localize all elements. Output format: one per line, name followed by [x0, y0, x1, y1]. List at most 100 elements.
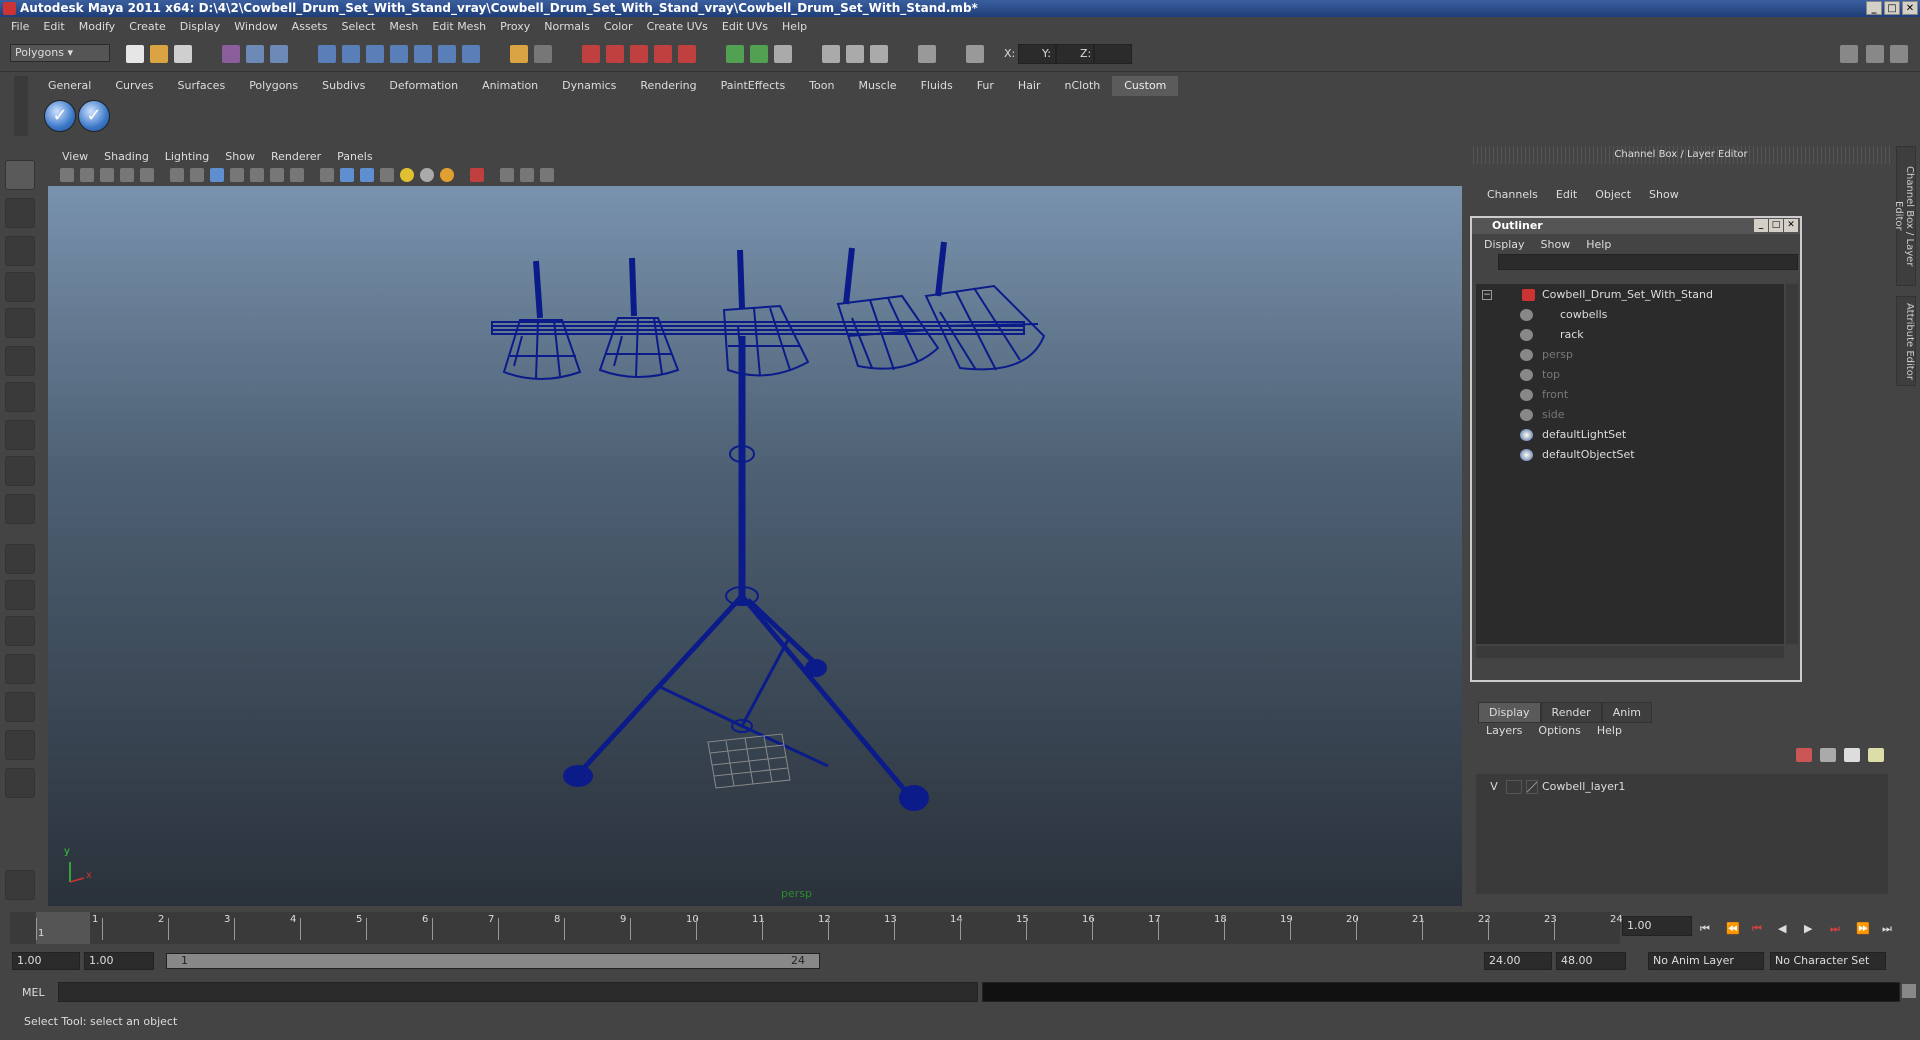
safe-title-icon[interactable] [270, 168, 284, 182]
vp-menu-show[interactable]: Show [217, 150, 263, 163]
image-plane-icon[interactable] [120, 168, 134, 182]
default-light-icon[interactable] [400, 168, 414, 182]
field-chart-icon[interactable] [230, 168, 244, 182]
menu-help[interactable]: Help [775, 20, 814, 33]
vp-menu-view[interactable]: View [54, 150, 96, 163]
menu-display[interactable]: Display [173, 20, 228, 33]
shelf-check-button-2[interactable]: ✓ [78, 100, 110, 132]
menu-window[interactable]: Window [227, 20, 284, 33]
tab-curves[interactable]: Curves [103, 76, 165, 96]
playback-start-field[interactable]: 1.00 [84, 952, 154, 970]
layout-outliner-icon[interactable] [5, 616, 35, 646]
step-forward-key-icon[interactable]: ⏭ [1830, 922, 1842, 935]
outliner-close-button[interactable]: ✕ [1784, 219, 1798, 232]
tab-animation[interactable]: Animation [470, 76, 550, 96]
layout-four-icon[interactable] [5, 580, 35, 610]
character-set-dropdown[interactable]: No Character Set [1770, 952, 1886, 970]
show-attribute-icon[interactable] [750, 45, 768, 63]
go-to-end-icon[interactable]: ⏭ [1882, 922, 1894, 935]
outliner-maximize-button[interactable]: □ [1769, 219, 1783, 232]
move-tool-icon[interactable] [5, 272, 35, 302]
tab-muscle[interactable]: Muscle [846, 76, 908, 96]
menu-create[interactable]: Create [122, 20, 173, 33]
command-language-label[interactable]: MEL [22, 986, 45, 999]
list-item[interactable]: cowbells [1476, 306, 1784, 324]
snap-plane-icon[interactable] [390, 45, 408, 63]
menu-edit-uvs[interactable]: Edit UVs [715, 20, 775, 33]
snap-live-icon[interactable] [438, 45, 456, 63]
minimize-button[interactable]: _ [1866, 1, 1882, 15]
shelf-menu-handle[interactable] [14, 76, 28, 136]
tab-polygons[interactable]: Polygons [237, 76, 310, 96]
step-back-key-icon[interactable]: ⏮ [1752, 922, 1764, 935]
menu-set-dropdown[interactable]: Polygons ▾ [10, 44, 110, 62]
vp-menu-renderer[interactable]: Renderer [263, 150, 329, 163]
tab-ncloth[interactable]: nCloth [1053, 76, 1113, 96]
current-frame-field[interactable]: 1.00 [1622, 916, 1692, 936]
smooth-shade-icon[interactable] [340, 168, 354, 182]
layout-persp-graph-icon[interactable] [5, 730, 35, 760]
tab-custom[interactable]: Custom [1112, 76, 1179, 96]
transform-field-icon[interactable] [918, 45, 936, 63]
shelf-check-button-1[interactable]: ✓ [44, 100, 76, 132]
render-frame-icon[interactable] [606, 45, 624, 63]
maximize-button[interactable]: □ [1884, 1, 1900, 15]
outliner-minimize-button[interactable]: _ [1754, 219, 1768, 232]
layer-color-swatch[interactable] [1526, 780, 1538, 794]
tab-channel-box[interactable]: Channel Box / Layer Editor [1893, 146, 1916, 286]
layout-more-icon[interactable] [5, 768, 35, 798]
vp-menu-shading[interactable]: Shading [96, 150, 157, 163]
menu-edit[interactable]: Edit [36, 20, 71, 33]
z-field[interactable] [1094, 44, 1132, 64]
quick-layout-icon[interactable] [5, 870, 35, 900]
tab-subdivs[interactable]: Subdivs [310, 76, 377, 96]
menu-color[interactable]: Color [597, 20, 640, 33]
close-button[interactable]: ✕ [1902, 1, 1918, 15]
tab-fluids[interactable]: Fluids [909, 76, 965, 96]
outliner-menu-display[interactable]: Display [1476, 238, 1533, 251]
step-forward-frame-icon[interactable]: ⏩ [1856, 922, 1870, 935]
soft-mod-tool-icon[interactable] [5, 420, 35, 450]
show-manip-tool-icon[interactable] [5, 456, 35, 486]
layer-selected-icon[interactable] [1868, 748, 1884, 762]
show-attr-panel-icon[interactable] [1890, 45, 1908, 63]
snap-view-icon[interactable] [462, 45, 480, 63]
anim-layer-dropdown[interactable]: No Anim Layer [1648, 952, 1764, 970]
menu-proxy[interactable]: Proxy [493, 20, 537, 33]
menu-create-uvs[interactable]: Create UVs [640, 20, 715, 33]
snapshot-icon[interactable] [846, 45, 864, 63]
snap-grid-icon[interactable] [318, 45, 336, 63]
film-gate-icon[interactable] [170, 168, 184, 182]
tab-toon[interactable]: Toon [797, 76, 846, 96]
menu-select[interactable]: Select [334, 20, 382, 33]
safe-action-icon[interactable] [250, 168, 264, 182]
render-view-icon[interactable] [582, 45, 600, 63]
snap-point-icon[interactable] [366, 45, 384, 63]
snap-curve-icon[interactable] [342, 45, 360, 63]
new-scene-icon[interactable] [126, 45, 144, 63]
wireframe-icon[interactable] [320, 168, 334, 182]
tab-display[interactable]: Display [1478, 702, 1541, 723]
menu-normals[interactable]: Normals [537, 20, 597, 33]
play-backwards-icon[interactable]: ◀ [1778, 922, 1790, 935]
input-ops-icon[interactable] [510, 45, 528, 63]
last-tool-icon[interactable] [5, 494, 35, 524]
hud-icon[interactable] [500, 168, 514, 182]
tab-deformation[interactable]: Deformation [377, 76, 470, 96]
go-to-start-icon[interactable]: ⏮ [1700, 922, 1712, 935]
list-item[interactable]: top [1476, 366, 1784, 384]
perspective-viewport[interactable]: y x persp [48, 186, 1462, 906]
shadows-icon[interactable] [440, 168, 454, 182]
lasso-tool-icon[interactable] [5, 198, 35, 228]
grid-icon[interactable] [140, 168, 154, 182]
save-scene-icon[interactable] [174, 45, 192, 63]
layout-graph-icon[interactable] [5, 654, 35, 684]
all-lights-icon[interactable] [420, 168, 434, 182]
wireframe-on-shaded-icon[interactable] [360, 168, 374, 182]
range-slider[interactable]: 1 24 [166, 953, 820, 969]
tab-attribute-editor[interactable]: Attribute Editor [1896, 296, 1916, 386]
layer-menu-help[interactable]: Help [1589, 724, 1630, 737]
scale-tool-icon[interactable] [5, 346, 35, 376]
motion-blur-icon[interactable] [540, 168, 554, 182]
new-layer-icon[interactable] [1796, 748, 1812, 762]
